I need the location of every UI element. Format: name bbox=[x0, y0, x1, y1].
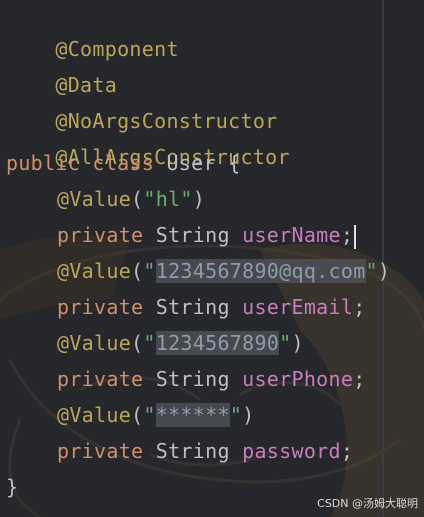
type-string: String bbox=[155, 439, 230, 463]
keyword-private: private bbox=[57, 367, 144, 391]
quote-close: " bbox=[365, 259, 378, 283]
keyword-private: private bbox=[57, 223, 144, 247]
code-line-9[interactable]: private String userEmail; bbox=[6, 292, 366, 322]
code-line-11[interactable]: private String userPhone; bbox=[6, 364, 366, 394]
code-line-13[interactable]: private String password; bbox=[6, 436, 353, 466]
code-line-7[interactable]: private String userName; bbox=[6, 220, 357, 250]
paren-close: ) bbox=[291, 331, 304, 355]
field-useremail: userEmail bbox=[242, 295, 354, 319]
keyword-private: private bbox=[57, 295, 144, 319]
semicolon: ; bbox=[340, 439, 354, 463]
paren-close: ) bbox=[242, 403, 255, 427]
open-brace: { bbox=[228, 151, 241, 175]
code-line-6[interactable]: @Value("hl") bbox=[6, 184, 205, 214]
code-line-3[interactable]: @NoArgsConstructor bbox=[6, 76, 278, 133]
watermark: CSDN @汤姆大聪明 bbox=[317, 497, 418, 510]
type-string: String bbox=[155, 295, 230, 319]
paren-close: ) bbox=[377, 259, 391, 283]
string-literal-highlighted: 1234567890@qq.com bbox=[155, 259, 366, 283]
quote-close: " bbox=[279, 331, 292, 355]
quote-open: " bbox=[143, 403, 156, 427]
paren-open: ( bbox=[131, 259, 144, 283]
keyword-private: private bbox=[57, 439, 144, 463]
field-username: userName bbox=[242, 223, 341, 247]
code-line-1[interactable]: @Component bbox=[6, 4, 179, 61]
annotation-value: @Value bbox=[57, 331, 132, 355]
paren-open: ( bbox=[131, 187, 144, 211]
annotation-value: @Value bbox=[57, 187, 132, 211]
string-literal-highlighted: 1234567890 bbox=[155, 331, 280, 355]
annotation-value: @Value bbox=[57, 403, 132, 427]
field-userphone: userPhone bbox=[242, 367, 354, 391]
code-line-12[interactable]: @Value("******") bbox=[6, 400, 254, 430]
semicolon: ; bbox=[353, 367, 366, 391]
keyword-class: class bbox=[92, 151, 155, 175]
code-line-8[interactable]: @Value("1234567890@qq.com") bbox=[6, 256, 390, 286]
quote-open: " bbox=[143, 259, 156, 283]
code-line-14[interactable]: } bbox=[6, 472, 18, 502]
semicolon: ; bbox=[340, 223, 354, 247]
field-password: password bbox=[242, 439, 341, 463]
paren-open: ( bbox=[131, 403, 144, 427]
paren-open: ( bbox=[131, 331, 144, 355]
code-line-2[interactable]: @Data bbox=[6, 40, 117, 97]
class-name: User bbox=[166, 151, 216, 175]
type-string: String bbox=[155, 367, 230, 391]
annotation-value: @Value bbox=[57, 259, 132, 283]
string-literal-highlighted: ****** bbox=[155, 403, 230, 427]
quote-open: " bbox=[143, 331, 156, 355]
quote-close: " bbox=[229, 403, 243, 427]
text-caret bbox=[354, 224, 357, 249]
code-line-10[interactable]: @Value("1234567890") bbox=[6, 328, 304, 358]
code-line-5[interactable]: public class User { bbox=[6, 148, 241, 178]
paren-close: ) bbox=[192, 187, 206, 211]
semicolon: ; bbox=[353, 295, 366, 319]
code-line-4[interactable]: @AllArgsConstructor bbox=[6, 112, 290, 169]
close-brace: } bbox=[6, 475, 19, 499]
keyword-public: public bbox=[6, 151, 81, 175]
string-literal: "hl" bbox=[143, 187, 193, 211]
type-string: String bbox=[155, 223, 230, 247]
